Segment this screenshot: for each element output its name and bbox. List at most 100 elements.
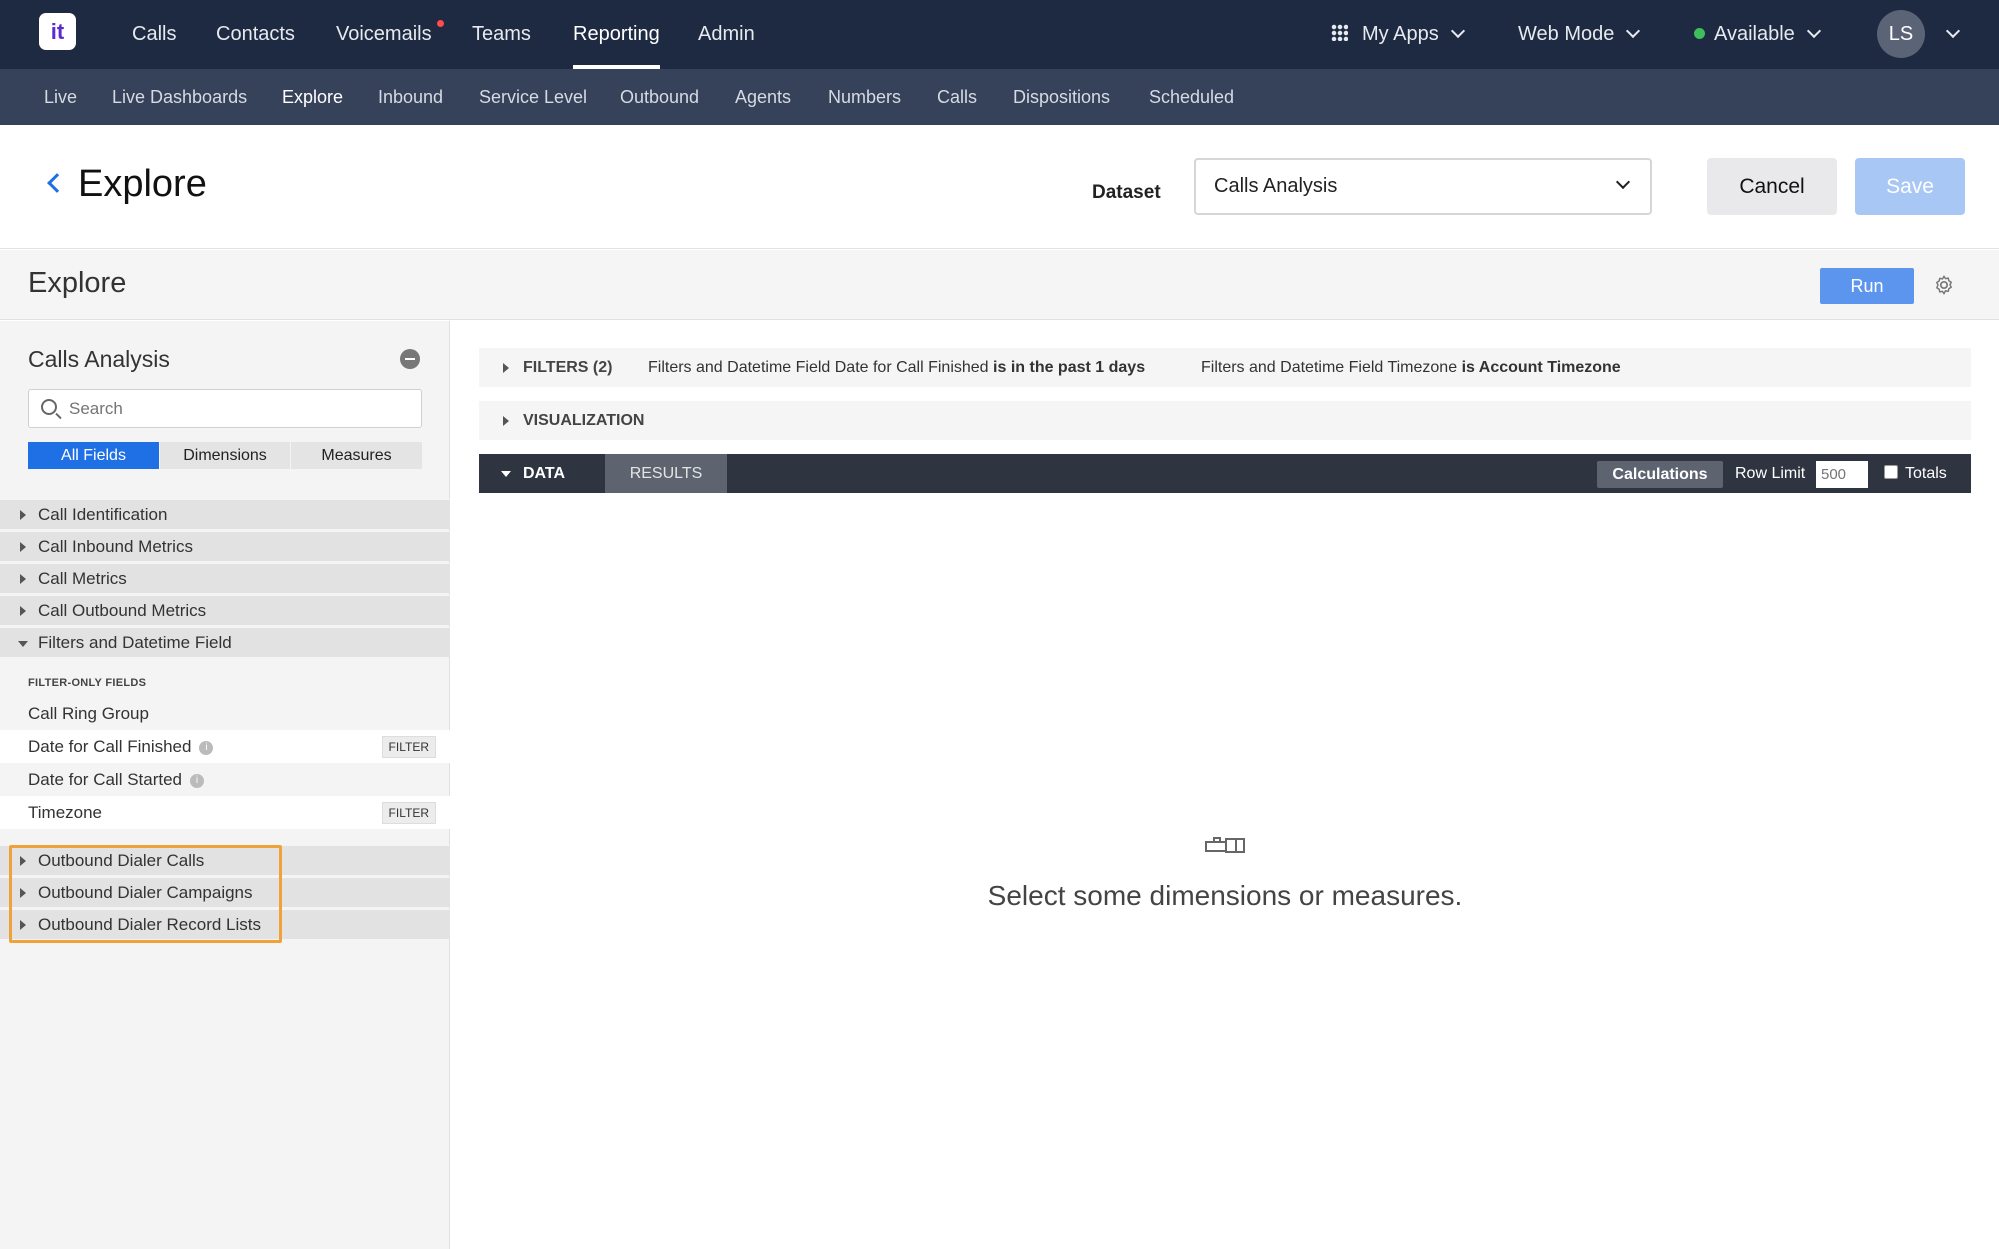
subnav-numbers[interactable]: Numbers xyxy=(828,69,901,125)
caret-right-icon xyxy=(20,606,26,616)
chevron-down-icon xyxy=(1450,23,1465,39)
filter-field: Filters and Datetime Field Timezone xyxy=(1201,359,1458,376)
dataset-select[interactable]: Calls Analysis xyxy=(1194,158,1652,215)
subnav-agents[interactable]: Agents xyxy=(735,69,791,125)
nav-voicemails[interactable]: Voicemails xyxy=(336,0,432,69)
filter-summary-1: Filters and Datetime Field Date for Call… xyxy=(648,348,1145,387)
avatar[interactable]: LS xyxy=(1877,10,1925,58)
subnav-live[interactable]: Live xyxy=(44,69,77,125)
caret-down-icon xyxy=(501,471,511,477)
explore-toolbar: Explore Run xyxy=(0,250,1999,320)
filter-condition: is Account Timezone xyxy=(1461,359,1621,376)
tab-results[interactable]: RESULTS xyxy=(605,454,727,493)
page-header: Explore Dataset Calls Analysis Cancel Sa… xyxy=(0,125,1999,249)
segment-dimensions[interactable]: Dimensions xyxy=(160,442,290,469)
group-call-inbound-metrics[interactable]: Call Inbound Metrics xyxy=(0,531,450,561)
group-call-identification[interactable]: Call Identification xyxy=(0,499,450,529)
field-label: Call Ring Group xyxy=(28,704,149,723)
subnav-live-dashboards[interactable]: Live Dashboards xyxy=(112,69,247,125)
chevron-down-icon xyxy=(1626,23,1641,39)
field-search xyxy=(28,389,422,428)
nav-reporting[interactable]: Reporting xyxy=(573,0,660,69)
account-menu[interactable] xyxy=(1934,0,1961,69)
chevron-down-icon xyxy=(1615,174,1631,190)
save-button[interactable]: Save xyxy=(1855,158,1965,215)
filter-tag: FILTER xyxy=(381,802,436,824)
field-call-ring-group[interactable]: Call Ring Group xyxy=(0,697,450,730)
field-date-call-finished[interactable]: Date for Call Finished i FILTER xyxy=(0,730,450,763)
filter-tag: FILTER xyxy=(381,736,436,758)
filter-summary-2: Filters and Datetime Field Timezone is A… xyxy=(1201,348,1621,387)
subnav-scheduled[interactable]: Scheduled xyxy=(1149,69,1234,125)
group-label: Call Outbound Metrics xyxy=(38,601,207,620)
group-filters-datetime[interactable]: Filters and Datetime Field xyxy=(0,627,450,657)
segment-all-fields[interactable]: All Fields xyxy=(28,442,159,469)
nav-calls[interactable]: Calls xyxy=(132,0,176,69)
subnav-service-level[interactable]: Service Level xyxy=(479,69,587,125)
back-chevron-icon[interactable] xyxy=(47,173,67,193)
highlight-outline xyxy=(9,845,282,943)
filter-condition: is in the past 1 days xyxy=(993,359,1146,376)
binoculars-icon xyxy=(1205,837,1245,853)
field-date-call-started[interactable]: Date for Call Started i xyxy=(0,763,450,796)
search-icon xyxy=(41,399,57,415)
totals-label: Totals xyxy=(1905,465,1947,482)
group-call-metrics[interactable]: Call Metrics xyxy=(0,563,450,593)
subnav-outbound[interactable]: Outbound xyxy=(620,69,699,125)
status-menu[interactable]: Available xyxy=(1694,0,1821,69)
info-icon[interactable]: i xyxy=(190,774,205,788)
row-limit-input[interactable] xyxy=(1816,461,1868,488)
filters-label: FILTERS (2) xyxy=(523,359,613,376)
sidebar-title: Calls Analysis xyxy=(28,346,170,372)
group-label: Call Metrics xyxy=(38,569,127,588)
filter-only-heading: FILTER-ONLY FIELDS xyxy=(28,677,147,689)
row-limit-label: Row Limit xyxy=(1735,465,1806,482)
totals-checkbox[interactable] xyxy=(1884,465,1898,479)
search-input[interactable] xyxy=(69,390,409,427)
field-label: Date for Call Started xyxy=(28,770,183,789)
my-apps-label: My Apps xyxy=(1362,23,1439,45)
group-label: Filters and Datetime Field xyxy=(38,633,232,652)
nav-admin[interactable]: Admin xyxy=(698,0,755,69)
caret-right-icon xyxy=(503,416,509,426)
caret-right-icon xyxy=(20,510,26,520)
explore-title: Explore xyxy=(28,267,127,299)
voicemail-notification-dot xyxy=(437,20,444,27)
status-indicator xyxy=(1694,28,1705,39)
segment-measures[interactable]: Measures xyxy=(291,442,422,469)
chevron-down-icon xyxy=(1945,23,1961,39)
dataset-label: Dataset xyxy=(1092,182,1161,203)
subnav-calls[interactable]: Calls xyxy=(937,69,977,125)
app-logo[interactable]: it xyxy=(39,13,76,50)
caret-right-icon xyxy=(20,574,26,584)
group-label: Call Identification xyxy=(38,505,168,524)
filters-panel[interactable]: FILTERS (2) Filters and Datetime Field D… xyxy=(479,348,1971,387)
gear-icon[interactable] xyxy=(1933,274,1955,296)
my-apps-menu[interactable]: My Apps xyxy=(1331,0,1465,69)
empty-state-message: Select some dimensions or measures. xyxy=(987,880,1463,911)
tab-data[interactable]: DATA xyxy=(479,454,605,493)
collapse-icon[interactable] xyxy=(400,349,420,369)
tab-data-label: DATA xyxy=(523,465,566,482)
reporting-subnav: Live Live Dashboards Explore Inbound Ser… xyxy=(0,69,1999,125)
nav-teams[interactable]: Teams xyxy=(472,0,531,69)
subnav-explore[interactable]: Explore xyxy=(282,69,343,125)
filter-field: Filters and Datetime Field Date for Call… xyxy=(648,359,989,376)
cancel-button[interactable]: Cancel xyxy=(1707,158,1837,215)
field-picker-sidebar: Calls Analysis All Fields Dimensions Mea… xyxy=(0,321,450,1249)
subnav-inbound[interactable]: Inbound xyxy=(378,69,443,125)
nav-contacts[interactable]: Contacts xyxy=(216,0,295,69)
field-timezone[interactable]: Timezone FILTER xyxy=(0,796,450,829)
dataset-select-value: Calls Analysis xyxy=(1214,175,1338,197)
caret-right-icon xyxy=(503,363,509,373)
apps-grid-icon xyxy=(1331,24,1348,42)
visualization-panel[interactable]: VISUALIZATION xyxy=(479,401,1971,440)
web-mode-menu[interactable]: Web Mode xyxy=(1518,0,1641,69)
run-button[interactable]: Run xyxy=(1820,268,1914,304)
data-toolbar: DATA RESULTS Calculations Row Limit Tota… xyxy=(479,454,1971,493)
info-icon[interactable]: i xyxy=(199,741,214,755)
calculations-button[interactable]: Calculations xyxy=(1597,461,1723,488)
field-label: Date for Call Finished xyxy=(28,737,192,756)
subnav-dispositions[interactable]: Dispositions xyxy=(1013,69,1110,125)
group-call-outbound-metrics[interactable]: Call Outbound Metrics xyxy=(0,595,450,625)
